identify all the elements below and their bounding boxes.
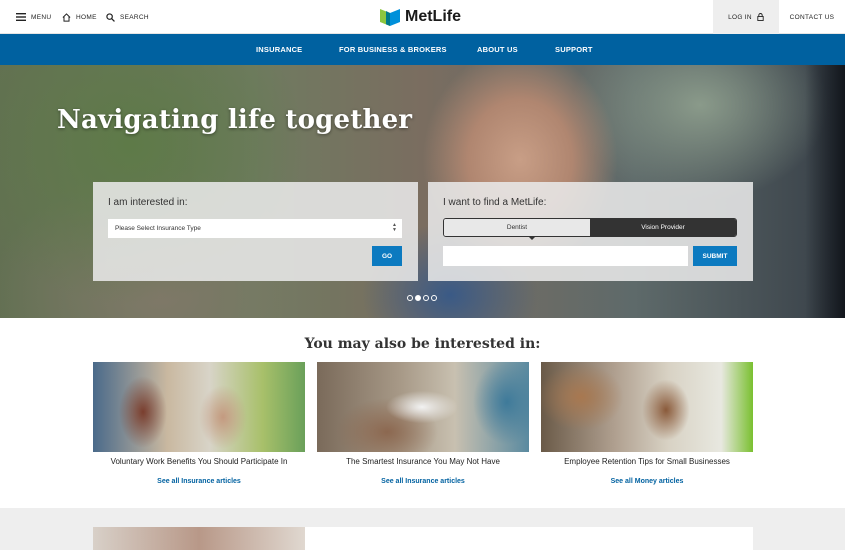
contact-us-link[interactable]: CONTACT US [779, 0, 845, 34]
toggle-caret-icon [528, 236, 536, 240]
article-title[interactable]: Employee Retention Tips for Small Busine… [541, 457, 753, 466]
home-button[interactable]: HOME [62, 0, 97, 34]
related-section-title: You may also be interested in: [304, 336, 541, 352]
lock-icon [757, 13, 764, 21]
find-provider-panel: I want to find a MetLife: Dentist Vision… [428, 182, 753, 281]
carousel-dot[interactable] [431, 295, 437, 301]
article-category-link[interactable]: See all Insurance articles [317, 478, 529, 485]
insurance-type-select-value: Please Select Insurance Type [115, 225, 201, 232]
carousel-dot[interactable] [423, 295, 429, 301]
hamburger-icon [16, 13, 26, 21]
carousel-dots [407, 295, 439, 301]
find-label: I want to find a MetLife: [443, 197, 547, 208]
contact-label: CONTACT US [789, 13, 835, 21]
article-category-link[interactable]: See all Insurance articles [93, 478, 305, 485]
toggle-dentist[interactable]: Dentist [444, 219, 590, 236]
login-button[interactable]: LOG IN [713, 0, 779, 34]
logo-text: MetLife [405, 8, 461, 25]
search-button[interactable]: SEARCH [106, 0, 149, 34]
top-utility-bar: MENU HOME SEARCH MetLife LOG IN CONTACT … [0, 0, 845, 34]
nav-item-about-us[interactable]: ABOUT US [477, 34, 518, 65]
insurance-interest-panel: I am interested in: Please Select Insura… [93, 182, 418, 281]
nav-item-business-brokers[interactable]: FOR BUSINESS & BROKERS [339, 34, 447, 65]
article-card[interactable]: Voluntary Work Benefits You Should Parti… [93, 362, 305, 485]
provider-type-toggle: Dentist Vision Provider [443, 218, 737, 237]
submit-button[interactable]: SUBMIT [693, 246, 737, 266]
featured-card[interactable] [305, 527, 753, 550]
interest-label: I am interested in: [108, 197, 188, 208]
hero-image-shade [805, 65, 845, 318]
metlife-logo-mark-icon [380, 9, 400, 26]
carousel-dot[interactable] [407, 295, 413, 301]
menu-button[interactable]: MENU [16, 0, 51, 34]
select-arrows-icon: ▲ ▼ [392, 222, 397, 233]
home-label: HOME [76, 13, 97, 21]
nav-item-insurance[interactable]: INSURANCE [256, 34, 302, 65]
carousel-dot-active[interactable] [415, 295, 421, 301]
article-image-bandage[interactable] [317, 362, 529, 452]
article-card[interactable]: Employee Retention Tips for Small Busine… [541, 362, 753, 485]
metlife-logo[interactable]: MetLife [380, 6, 461, 28]
featured-image[interactable] [93, 527, 305, 550]
provider-location-input[interactable] [443, 246, 688, 266]
search-icon [106, 12, 115, 22]
article-image-workplace[interactable] [93, 362, 305, 452]
hero-banner: Navigating life together I am interested… [0, 65, 845, 318]
main-nav: INSURANCE FOR BUSINESS & BROKERS ABOUT U… [0, 34, 845, 65]
nav-item-support[interactable]: SUPPORT [555, 34, 593, 65]
article-title[interactable]: The Smartest Insurance You May Not Have [317, 457, 529, 466]
hero-title: Navigating life together [57, 105, 413, 135]
insurance-type-select[interactable]: Please Select Insurance Type ▲ ▼ [108, 219, 402, 238]
article-category-link[interactable]: See all Money articles [541, 478, 753, 485]
search-label: SEARCH [120, 13, 149, 21]
article-card[interactable]: The Smartest Insurance You May Not Have … [317, 362, 529, 485]
go-button[interactable]: GO [372, 246, 402, 266]
home-icon [62, 12, 71, 22]
menu-label: MENU [31, 13, 52, 21]
login-label: LOG IN [728, 13, 752, 21]
article-title[interactable]: Voluntary Work Benefits You Should Parti… [93, 457, 305, 466]
toggle-vision-provider[interactable]: Vision Provider [590, 219, 736, 236]
article-image-employee[interactable] [541, 362, 753, 452]
